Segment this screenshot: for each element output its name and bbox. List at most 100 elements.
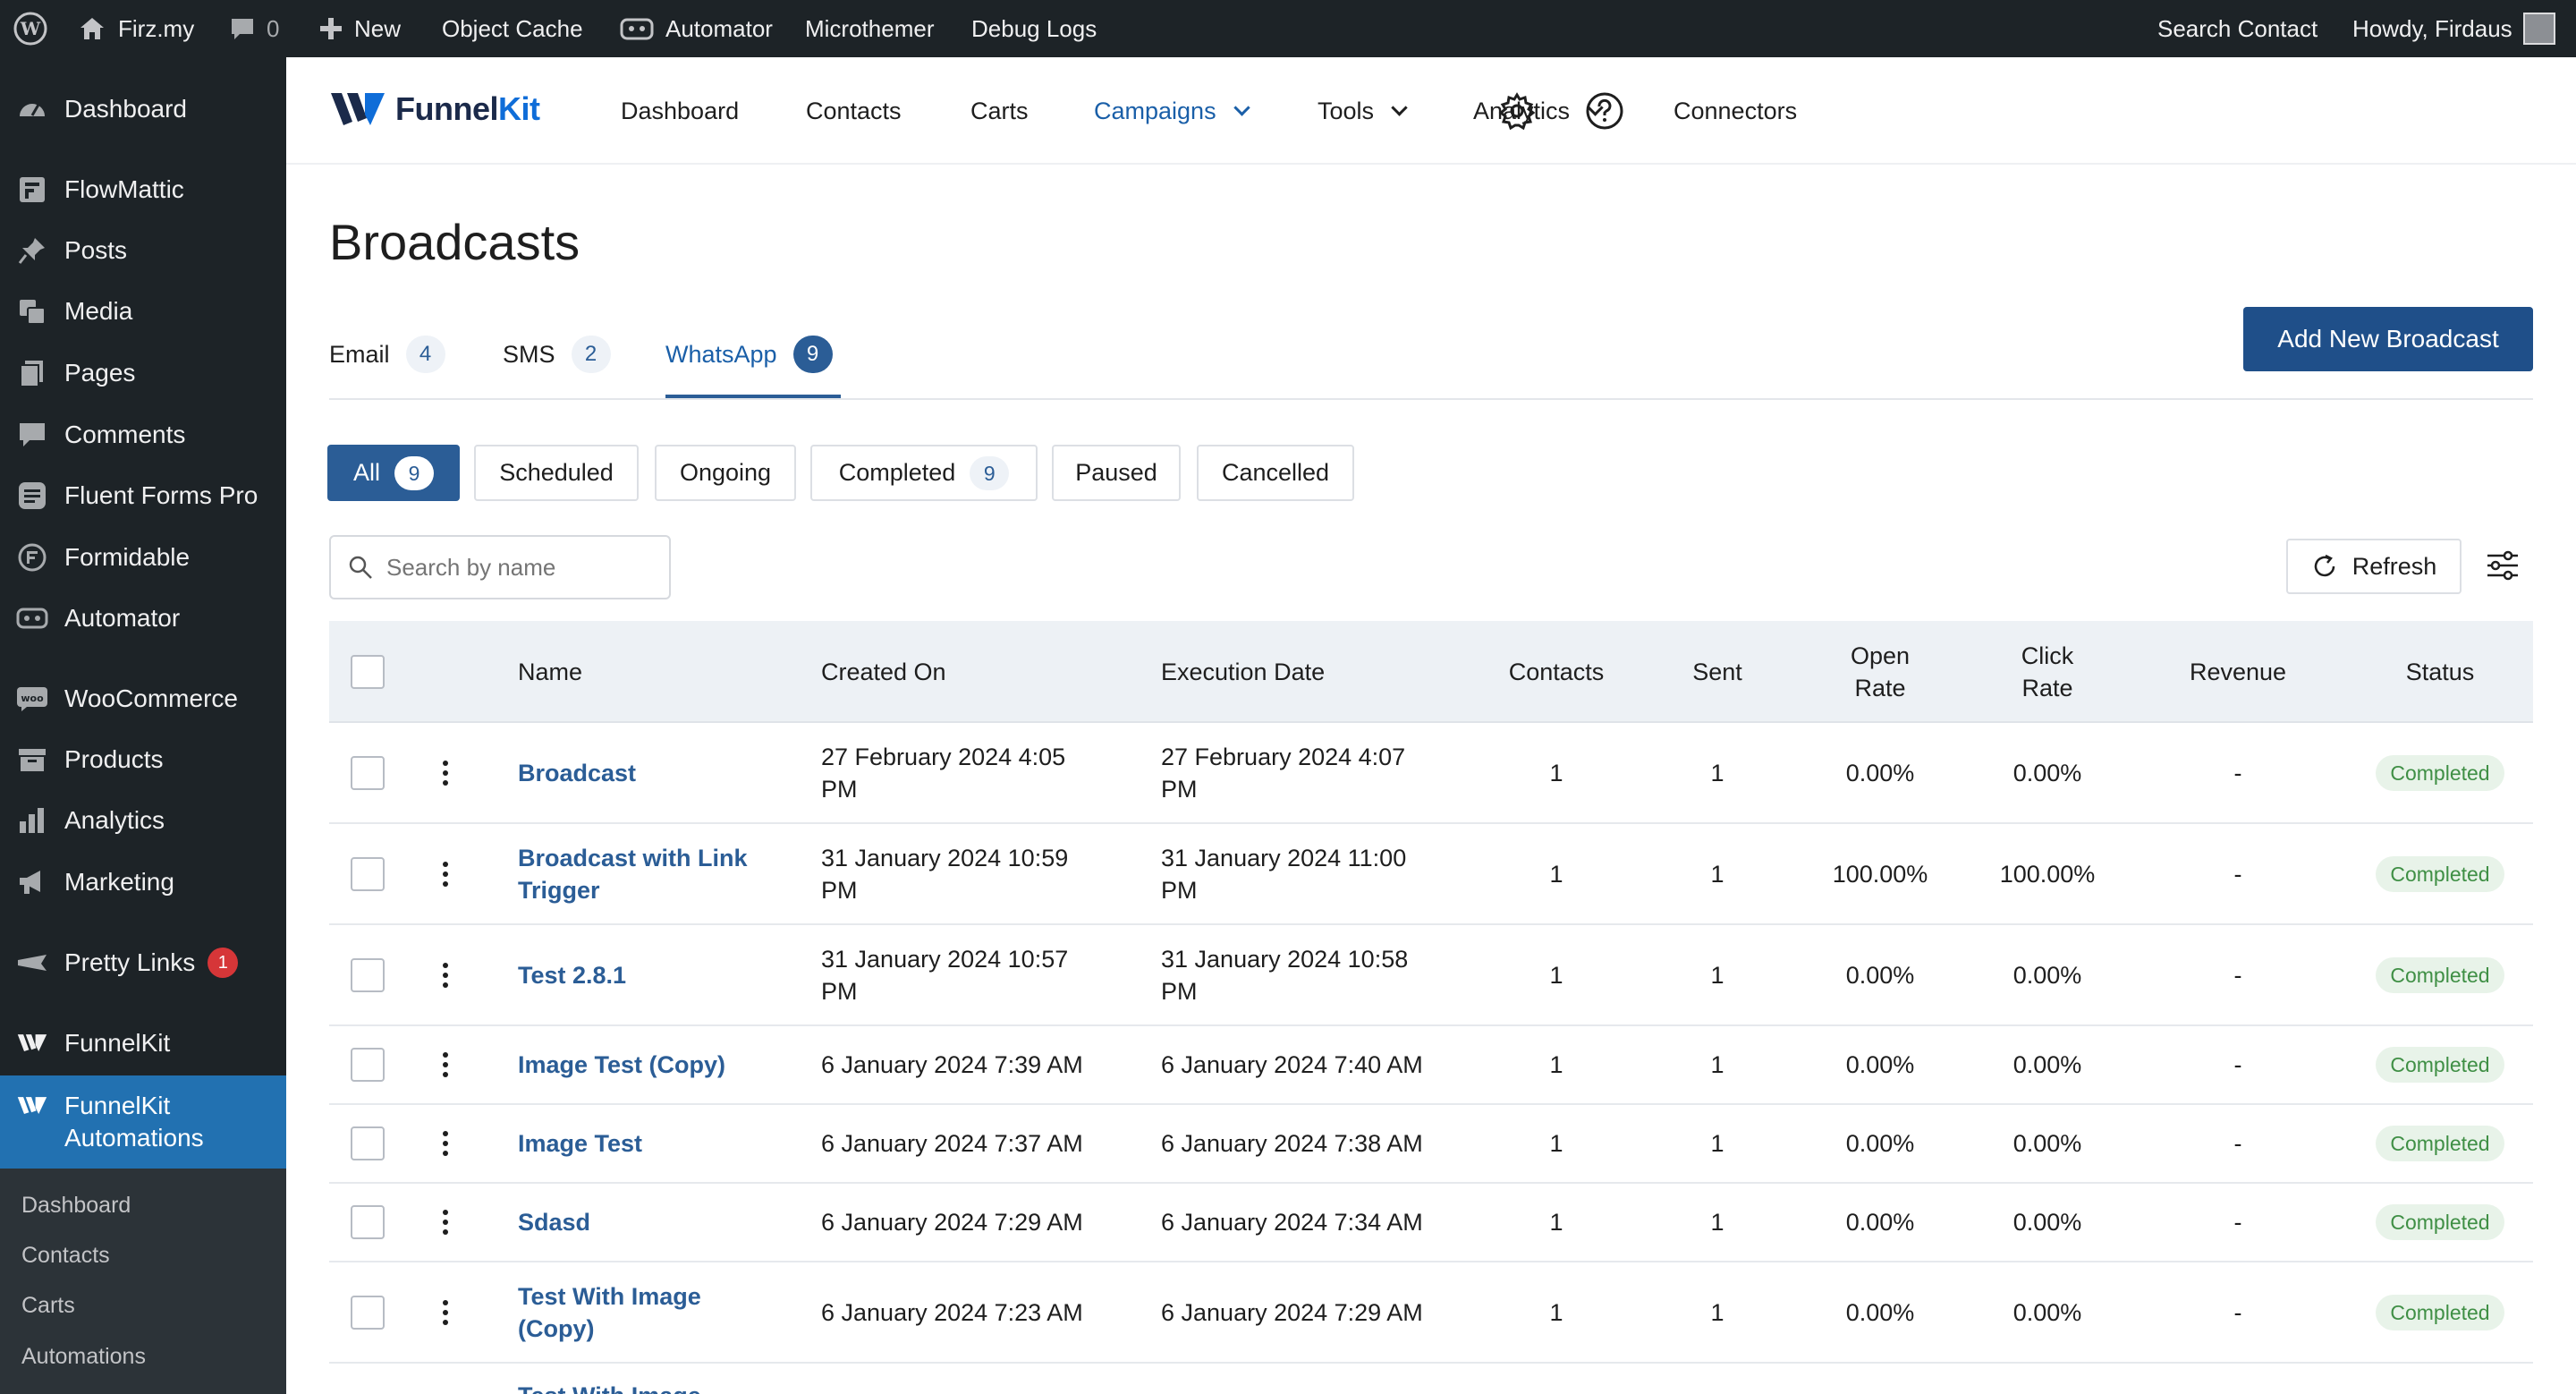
filter-all[interactable]: All 9 [327,445,460,501]
column-settings-sliders-icon[interactable] [2479,542,2526,589]
menu-item-products[interactable]: Products [0,736,286,783]
add-new-broadcast-button[interactable]: Add New Broadcast [2243,307,2533,371]
broadcast-name-link[interactable]: Test With Image [518,1380,786,1394]
execution-date-cell: 6 January 2024 7:40 AM [1161,1051,1423,1078]
nav-tools[interactable]: Tools [1318,57,1408,165]
settings-gear-icon[interactable] [1496,89,1538,132]
menu-item-funnelkit[interactable]: FunnelKit [0,1020,286,1067]
submenu-item-automations[interactable]: Automations [21,1344,146,1370]
status-cell: Completed [2360,1262,2521,1362]
column-header-click-rate[interactable]: Click Rate [1985,621,2110,723]
new-label: New [354,14,402,42]
menu-item-pages[interactable]: Pages [0,350,286,396]
menu-item-automator[interactable]: Automator [0,595,286,642]
new-content-link[interactable]: New [318,0,401,57]
table-row: Broadcast with Link Trigger 31 January 2… [329,824,2533,925]
row-checkbox[interactable] [351,1262,385,1362]
nav-connectors[interactable]: Connectors [1674,57,1797,165]
automator-link[interactable]: Automator [619,0,773,57]
execution-date-cell: 31 January 2024 11:00 PM [1161,844,1407,904]
tab-whatsapp[interactable]: WhatsApp 9 [665,335,833,374]
tab-sms[interactable]: SMS 2 [503,335,611,374]
column-header-status[interactable]: Status [2377,621,2503,723]
checkbox[interactable] [351,655,385,689]
filter-completed[interactable]: Completed 9 [810,445,1038,501]
broadcast-name-link[interactable]: Image Test [518,1105,786,1182]
submenu-item-carts[interactable]: Carts [21,1293,75,1319]
site-name-link[interactable]: Firz.my [77,0,194,57]
comments-link[interactable]: 0 [229,0,279,57]
column-header-revenue[interactable]: Revenue [2175,621,2301,723]
menu-item-comments[interactable]: Comments [0,412,286,458]
broadcast-name-link[interactable]: Broadcast with Link Trigger [518,824,786,923]
nav-campaigns[interactable]: Campaigns [1094,57,1250,165]
submenu-item-contacts[interactable]: Contacts [21,1243,110,1269]
nav-carts[interactable]: Carts [970,57,1029,165]
debug-logs-link[interactable]: Debug Logs [971,0,1097,57]
help-question-icon[interactable] [1583,89,1626,132]
column-header-created-on[interactable]: Created On [821,621,946,723]
column-header-execution-date[interactable]: Execution Date [1161,621,1325,723]
tab-email[interactable]: Email 4 [329,335,445,374]
broadcast-name-link[interactable]: Broadcast [518,723,786,822]
menu-item-pretty-links[interactable]: Pretty Links 1 [0,939,286,986]
table-row: Image Test (Copy) 6 January 2024 7:39 AM… [329,1026,2533,1105]
object-cache-link[interactable]: Object Cache [442,0,583,57]
row-actions-kebab-icon[interactable] [443,723,448,822]
row-checkbox[interactable] [351,925,385,1024]
checkbox[interactable] [351,856,385,891]
menu-item-media[interactable]: Media [0,288,286,335]
menu-item-flowmattic[interactable]: FlowMattic [0,166,286,213]
row-checkbox[interactable] [351,1026,385,1103]
filter-ongoing[interactable]: Ongoing [655,445,796,501]
select-all-checkbox[interactable] [351,621,386,723]
account-menu[interactable]: Howdy, Firdaus [2352,0,2555,57]
column-header-sent[interactable]: Sent [1664,621,1771,723]
filter-paused[interactable]: Paused [1052,445,1181,501]
row-actions-kebab-icon[interactable] [443,824,448,923]
checkbox[interactable] [351,755,385,790]
submenu-item-dashboard[interactable]: Dashboard [21,1193,131,1219]
nav-contacts[interactable]: Contacts [806,57,902,165]
row-actions-kebab-icon[interactable] [443,925,448,1024]
column-header-name[interactable]: Name [518,621,582,723]
funnelkit-logo[interactable]: FunnelKit [329,89,540,129]
nav-dashboard[interactable]: Dashboard [621,57,739,165]
broadcast-name-link[interactable]: Test With Image (Copy) [518,1262,750,1362]
broadcast-name-link[interactable]: Test 2.8.1 [518,925,786,1024]
menu-item-posts[interactable]: Posts [0,227,286,274]
filter-cancelled[interactable]: Cancelled [1197,445,1354,501]
row-checkbox[interactable] [351,824,385,923]
search-contact-link[interactable]: Search Contact [2157,0,2318,57]
column-header-open-rate[interactable]: Open Rate [1818,621,1943,723]
filter-scheduled[interactable]: Scheduled [474,445,639,501]
menu-item-formidable[interactable]: Formidable [0,534,286,581]
row-actions-kebab-icon[interactable] [443,1184,448,1261]
row-checkbox[interactable] [351,1105,385,1182]
column-header-contacts[interactable]: Contacts [1485,621,1628,723]
checkbox[interactable] [351,1205,385,1239]
checkbox[interactable] [351,957,385,992]
checkbox[interactable] [351,1048,385,1082]
checkbox[interactable] [351,1295,385,1330]
row-actions-kebab-icon[interactable] [443,1262,448,1362]
menu-item-funnelkit-automations[interactable]: FunnelKit Automations [0,1075,286,1169]
broadcast-name-link[interactable]: Sdasd [518,1184,786,1261]
menu-item-fluent-forms-pro[interactable]: Fluent Forms Pro [0,472,286,519]
menu-item-dashboard[interactable]: Dashboard [0,86,286,132]
menu-item-woocommerce[interactable]: woo WooCommerce [0,676,286,722]
wordpress-logo-icon[interactable]: W [13,0,48,57]
row-actions-kebab-icon[interactable] [443,1026,448,1103]
table-row: Test With Image (Copy) 6 January 2024 7:… [329,1262,2533,1364]
row-actions-kebab-icon[interactable] [443,1105,448,1182]
contacts-cell: 1 [1549,860,1563,888]
menu-item-analytics[interactable]: Analytics [0,797,286,844]
row-checkbox[interactable] [351,723,385,822]
refresh-button[interactable]: Refresh [2286,539,2462,594]
broadcast-name-link[interactable]: Image Test (Copy) [518,1026,786,1103]
search-input[interactable]: Search by name [329,535,671,599]
menu-item-marketing[interactable]: Marketing [0,859,286,905]
microthemer-link[interactable]: Microthemer [805,0,934,57]
row-checkbox[interactable] [351,1184,385,1261]
checkbox[interactable] [351,1126,385,1160]
